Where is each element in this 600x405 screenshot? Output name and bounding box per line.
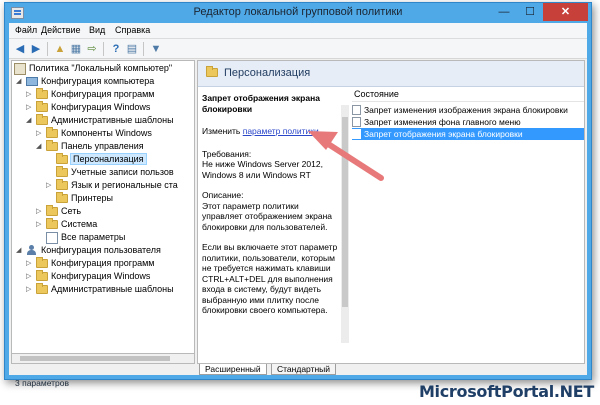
expand-chevron-icon[interactable]: ▷ [36, 220, 44, 228]
expand-chevron-icon[interactable]: ▷ [26, 272, 34, 280]
toolbar-separator [103, 42, 104, 56]
tab-standard[interactable]: Стандартный [271, 364, 337, 375]
expand-chevron-icon[interactable]: ▷ [26, 285, 34, 293]
toolbar-separator [47, 42, 48, 56]
expand-chevron-icon[interactable]: ▷ [26, 103, 34, 111]
all-settings-icon [46, 232, 58, 244]
watermark-text: MicrosoftPortal.NET [418, 382, 594, 401]
show-hide-tree-icon[interactable]: ▦ [69, 42, 83, 56]
requirements-label: Требования: [202, 148, 252, 159]
tree-pane[interactable]: Политика "Локальный компьютер" ◢ Конфигу… [11, 60, 195, 354]
expand-chevron-icon[interactable]: ▷ [36, 129, 44, 137]
forward-arrow-icon[interactable]: ▶ [29, 42, 43, 56]
setting-description: Запрет отображения экрана блокировки Изм… [202, 93, 340, 316]
collapse-chevron-icon[interactable]: ◢ [16, 77, 24, 85]
folder-icon [56, 192, 68, 203]
status-bar-text: 3 параметров [15, 378, 70, 388]
expand-chevron-icon[interactable]: ▷ [36, 207, 44, 215]
description-scrollbar[interactable] [341, 105, 349, 343]
policy-scope-icon [14, 63, 26, 75]
main-window: Редактор локальной групповой политики — … [4, 2, 592, 388]
description-label: Описание: [202, 190, 244, 200]
header-folder-icon [206, 66, 218, 77]
view-tabs: Расширенный Стандартный [197, 364, 585, 376]
title-bar[interactable]: Редактор локальной групповой политики — … [5, 3, 591, 23]
folder-icon [36, 283, 48, 294]
policy-setting-icon [352, 117, 361, 127]
toolbar: ◀ ▶ ▲ ▦ ⇨ ? ▤ ▼ [9, 39, 587, 59]
scrollbar-thumb[interactable] [342, 117, 348, 307]
edit-policy-link[interactable]: параметр политики [243, 126, 319, 136]
setting-title: Запрет отображения экрана блокировки [202, 93, 320, 114]
edit-policy-line: Изменить параметр политики [202, 126, 319, 136]
up-folder-icon[interactable]: ▲ [53, 42, 67, 56]
open-folder-icon [56, 153, 68, 164]
list-item[interactable]: Запрет изменения изображения экрана блок… [352, 104, 584, 116]
folder-icon [46, 205, 58, 216]
folder-icon [56, 179, 68, 190]
folder-icon [46, 127, 58, 138]
menu-action[interactable]: Действие [41, 25, 81, 35]
folder-icon [36, 114, 48, 125]
details-title: Персонализация [224, 67, 311, 79]
details-header: Персонализация [198, 61, 584, 87]
folder-icon [46, 218, 58, 229]
folder-icon [36, 101, 48, 112]
minimize-button[interactable]: — [491, 3, 517, 21]
help-icon[interactable]: ? [109, 42, 123, 56]
expand-chevron-icon[interactable]: ▷ [26, 259, 34, 267]
toolbar-separator [143, 42, 144, 56]
list-item-selected[interactable]: Запрет отображения экрана блокировки [352, 128, 584, 140]
description-text: Этот параметр политики управляет отображ… [202, 200, 332, 232]
collapse-chevron-icon[interactable]: ◢ [26, 116, 34, 124]
requirements-text: Не ниже Windows Server 2012, Windows 8 и… [202, 159, 323, 180]
description-more-text: Если вы включаете этот параметр политики… [202, 242, 338, 315]
details-pane: Персонализация Запрет отображения экрана… [197, 60, 585, 364]
user-icon [26, 245, 38, 256]
export-list-icon[interactable]: ⇨ [85, 42, 99, 56]
computer-icon [26, 77, 38, 86]
collapse-chevron-icon[interactable]: ◢ [16, 246, 24, 254]
tab-extended[interactable]: Расширенный [199, 364, 267, 375]
folder-icon [36, 257, 48, 268]
policy-setting-icon [352, 105, 361, 115]
expand-chevron-icon[interactable]: ▷ [26, 90, 34, 98]
list-item[interactable]: Запрет изменения фона главного меню [352, 116, 584, 128]
maximize-button[interactable]: ☐ [517, 3, 543, 21]
policy-setting-icon [352, 129, 361, 139]
folder-icon [46, 140, 58, 151]
collapse-chevron-icon[interactable]: ◢ [36, 142, 44, 150]
properties-icon[interactable]: ▤ [125, 42, 139, 56]
folder-icon [56, 166, 68, 177]
scrollbar-thumb[interactable] [20, 356, 170, 361]
expand-chevron-icon[interactable]: ▷ [46, 181, 54, 189]
tree-horizontal-scrollbar[interactable] [11, 354, 195, 364]
folder-icon [36, 88, 48, 99]
folder-icon [36, 270, 48, 281]
column-header-state[interactable]: Состояние [352, 89, 584, 102]
filter-icon[interactable]: ▼ [149, 42, 163, 56]
settings-list: Состояние Запрет изменения изображения э… [352, 89, 584, 351]
close-button[interactable]: ✕ [543, 3, 588, 21]
menu-view[interactable]: Вид [89, 25, 105, 35]
back-arrow-icon[interactable]: ◀ [13, 42, 27, 56]
menu-help[interactable]: Справка [115, 25, 150, 35]
menu-file[interactable]: Файл [15, 25, 37, 35]
client-area: Файл Действие Вид Справка ◀ ▶ ▲ ▦ ⇨ ? ▤ … [9, 23, 587, 388]
menu-bar: Файл Действие Вид Справка [9, 23, 587, 39]
